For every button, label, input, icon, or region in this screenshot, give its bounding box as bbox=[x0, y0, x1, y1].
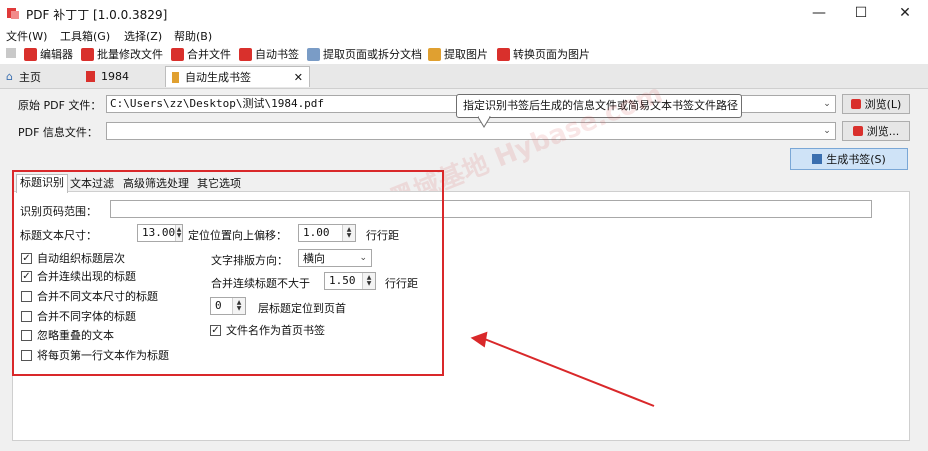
generate-bookmark-button[interactable]: 生成书签(S) bbox=[790, 148, 908, 170]
minimize-button[interactable]: — bbox=[796, 0, 842, 26]
toolbar-page-to-image-button[interactable]: 转换页面为图片 bbox=[497, 46, 590, 62]
info-file-combo[interactable] bbox=[106, 122, 836, 140]
annotation-arrow-icon bbox=[470, 331, 655, 407]
extract-pages-icon bbox=[307, 47, 320, 61]
editor-icon bbox=[24, 47, 37, 61]
home-icon: ⌂ bbox=[6, 70, 13, 83]
tab-1984[interactable]: 1984 bbox=[80, 66, 162, 87]
pdf-file-icon bbox=[86, 71, 95, 82]
page-to-image-icon bbox=[497, 47, 510, 61]
info-file-label: PDF 信息文件： bbox=[18, 126, 98, 139]
toolbar-extract-images-button[interactable]: 提取图片 bbox=[428, 46, 488, 62]
toolbar-extract-pages-button[interactable]: 提取页面或拆分文档 bbox=[307, 46, 422, 62]
browse-source-button[interactable]: 浏览(L) bbox=[842, 94, 910, 114]
browse-info-button[interactable]: 浏览... bbox=[842, 121, 910, 141]
save-icon bbox=[812, 154, 823, 164]
batch-modify-icon bbox=[81, 47, 94, 61]
tab-close-icon[interactable]: ✕ bbox=[294, 71, 303, 84]
menu-select[interactable]: 选择(Z) bbox=[124, 28, 162, 44]
source-dropdown-icon[interactable]: ⌄ bbox=[820, 96, 834, 112]
toolbar-batch-modify-button[interactable]: 批量修改文件 bbox=[81, 46, 163, 62]
tab-auto-bookmark[interactable]: 自动生成书签 ✕ bbox=[165, 66, 310, 87]
source-file-value: C:\Users\zz\Desktop\测试\1984.pdf bbox=[110, 97, 325, 110]
source-file-label: 原始 PDF 文件： bbox=[18, 99, 102, 112]
tab-home[interactable]: ⌂ 主页 bbox=[0, 66, 78, 87]
toolbar-merge-button[interactable]: 合并文件 bbox=[171, 46, 231, 62]
toolbar-auto-bookmark-button[interactable]: 自动书签 bbox=[239, 46, 299, 62]
menu-file[interactable]: 文件(W) bbox=[6, 28, 47, 44]
open-file-icon bbox=[850, 99, 861, 109]
menu-help[interactable]: 帮助(B) bbox=[174, 28, 212, 44]
toolbar-grip-icon bbox=[6, 48, 16, 58]
app-logo-icon bbox=[7, 8, 19, 19]
toolbar-editor-button[interactable]: 编辑器 bbox=[24, 46, 73, 62]
close-button[interactable]: ✕ bbox=[882, 0, 928, 26]
extract-images-icon bbox=[428, 47, 441, 61]
window-title: PDF 补丁丁 [1.0.0.3829] bbox=[26, 8, 168, 22]
maximize-button[interactable]: ☐ bbox=[838, 0, 884, 26]
auto-bookmark-icon bbox=[239, 47, 252, 61]
highlight-box bbox=[12, 170, 444, 376]
bookmark-icon bbox=[172, 71, 179, 83]
open-file-icon bbox=[852, 126, 863, 136]
menu-toolbox[interactable]: 工具箱(G) bbox=[60, 28, 110, 44]
info-dropdown-icon[interactable]: ⌄ bbox=[820, 123, 834, 139]
merge-icon bbox=[171, 47, 184, 61]
tooltip-pointer-icon bbox=[478, 116, 491, 128]
